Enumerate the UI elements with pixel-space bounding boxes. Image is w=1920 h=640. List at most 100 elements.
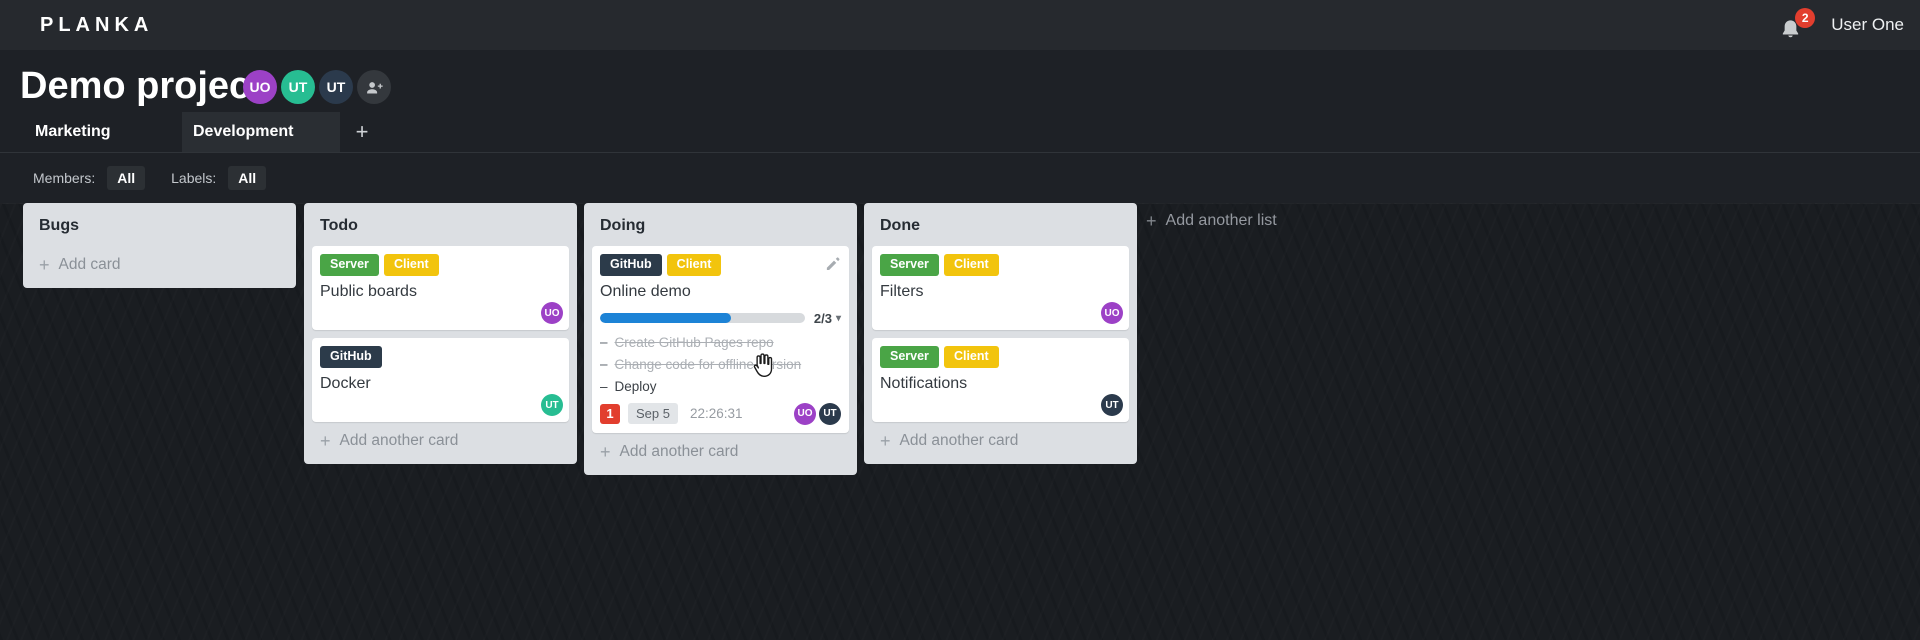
task-dash: – bbox=[600, 334, 608, 350]
board-tabs: Marketing Development + bbox=[24, 112, 384, 152]
progress-bar bbox=[600, 313, 805, 324]
project-title[interactable]: Demo project bbox=[20, 62, 263, 110]
card-footer: 1 Sep 5 22:26:31 UO UT bbox=[600, 402, 841, 425]
card-notifications[interactable]: Server Client Notifications UT bbox=[872, 338, 1129, 422]
task-dash: – bbox=[600, 378, 608, 394]
project-members: UO UT UT bbox=[243, 70, 391, 104]
add-member-button[interactable] bbox=[357, 70, 391, 104]
plus-icon: + bbox=[600, 441, 611, 462]
card-public-boards[interactable]: Server Client Public boards UO bbox=[312, 246, 569, 330]
label-client: Client bbox=[943, 254, 999, 276]
add-card-label: Add another card bbox=[619, 442, 739, 460]
progress-count: 2/3 bbox=[813, 310, 832, 326]
tab-marketing[interactable]: Marketing bbox=[24, 112, 182, 152]
cards-container: GitHub Client Online demo 2/3 ▾ – Create… bbox=[592, 246, 849, 433]
task-text: Create GitHub Pages repo bbox=[614, 334, 774, 350]
plus-icon: + bbox=[1146, 211, 1157, 231]
card-member-avatar: UO bbox=[541, 302, 563, 324]
add-card-label: Add card bbox=[58, 256, 121, 273]
list-bugs: Bugs + Add card bbox=[23, 203, 296, 288]
plus-icon: + bbox=[39, 255, 50, 275]
progress-fill bbox=[600, 313, 732, 324]
planka-logo[interactable]: PLANKA bbox=[40, 14, 153, 37]
list-done: Done Server Client Filters UO Server Cli… bbox=[864, 203, 1137, 464]
user-menu[interactable]: User One bbox=[1831, 15, 1904, 35]
filter-bar: Members: All Labels: All bbox=[33, 166, 292, 190]
label-github: GitHub bbox=[320, 346, 382, 368]
list-todo-title[interactable]: Todo bbox=[312, 209, 569, 246]
label-client: Client bbox=[666, 254, 722, 276]
card-member-avatar: UT bbox=[819, 402, 841, 425]
members-filter-value[interactable]: All bbox=[107, 166, 146, 190]
card-title: Public boards bbox=[320, 282, 417, 300]
card-title: Filters bbox=[880, 282, 924, 300]
notifications-button[interactable]: 2 bbox=[1779, 8, 1816, 41]
edit-pencil-icon[interactable] bbox=[825, 255, 840, 270]
member-avatar[interactable]: UO bbox=[243, 70, 277, 104]
cards-container: Server Client Filters UO Server Client N… bbox=[872, 246, 1129, 422]
label-server: Server bbox=[880, 254, 939, 276]
member-avatar[interactable]: UT bbox=[281, 70, 315, 104]
task-progress-row: 2/3 ▾ bbox=[600, 311, 841, 326]
tabs-divider bbox=[0, 152, 1920, 153]
list-todo: Todo Server Client Public boards UO GitH… bbox=[304, 203, 577, 464]
planka-app: PLANKA 2 User One Demo project UO UT UT … bbox=[0, 0, 1920, 640]
list-done-title[interactable]: Done bbox=[872, 209, 1129, 246]
label-client: Client bbox=[943, 346, 999, 368]
add-card-button[interactable]: + Add another card bbox=[592, 433, 849, 469]
labels-filter-value[interactable]: All bbox=[228, 166, 267, 190]
task-dash: – bbox=[600, 356, 608, 372]
label-server: Server bbox=[320, 254, 379, 276]
add-card-button[interactable]: + Add another card bbox=[312, 422, 569, 458]
member-avatar[interactable]: UT bbox=[319, 70, 353, 104]
members-filter-label: Members: bbox=[33, 170, 96, 186]
add-board-button[interactable]: + bbox=[340, 112, 384, 152]
label-server: Server bbox=[880, 346, 939, 368]
card-title: Online demo bbox=[600, 282, 691, 300]
stopwatch-value[interactable]: 22:26:31 bbox=[690, 406, 743, 421]
list-doing-title[interactable]: Doing bbox=[592, 209, 849, 246]
task-text: Change code for offline version bbox=[614, 356, 802, 372]
add-card-label: Add another card bbox=[899, 432, 1019, 449]
task-item[interactable]: – Deploy bbox=[600, 379, 841, 395]
card-labels: GitHub Client bbox=[600, 254, 841, 276]
notification-badge: 2 bbox=[1795, 8, 1816, 28]
card-filters[interactable]: Server Client Filters UO bbox=[872, 246, 1129, 330]
card-member-avatar: UO bbox=[1101, 302, 1123, 324]
card-member-avatar: UT bbox=[1101, 394, 1123, 416]
plus-icon: + bbox=[320, 431, 331, 451]
topbar-right: 2 User One bbox=[1779, 8, 1904, 41]
list-bugs-title[interactable]: Bugs bbox=[31, 209, 288, 246]
add-list-button[interactable]: + Add another list bbox=[1146, 212, 1277, 230]
tab-development[interactable]: Development bbox=[182, 112, 340, 152]
add-list-label: Add another list bbox=[1165, 212, 1277, 229]
task-text: Deploy bbox=[614, 378, 657, 394]
card-title: Notifications bbox=[880, 374, 968, 392]
card-member-avatar: UO bbox=[794, 402, 816, 425]
due-date-badge[interactable]: Sep 5 bbox=[628, 403, 678, 425]
card-docker[interactable]: GitHub Docker UT bbox=[312, 338, 569, 422]
top-bar: PLANKA 2 User One bbox=[0, 0, 1920, 50]
card-members: UO UT bbox=[794, 402, 841, 425]
task-list: – Create GitHub Pages repo – Change code… bbox=[600, 335, 841, 395]
card-labels: Server Client bbox=[320, 254, 561, 276]
label-github: GitHub bbox=[600, 254, 662, 276]
label-client: Client bbox=[383, 254, 439, 276]
plus-icon: + bbox=[880, 431, 891, 451]
labels-filter-label: Labels: bbox=[171, 170, 217, 186]
task-item[interactable]: – Change code for offline version bbox=[600, 357, 841, 373]
list-doing: Doing GitHub Client Online demo 2/3 ▾ – … bbox=[584, 203, 857, 475]
card-online-demo[interactable]: GitHub Client Online demo 2/3 ▾ – Create… bbox=[592, 246, 849, 433]
card-title: Docker bbox=[320, 374, 371, 392]
add-card-button[interactable]: + Add card bbox=[31, 246, 288, 282]
chevron-down-icon: ▾ bbox=[835, 312, 841, 324]
card-labels: GitHub bbox=[320, 346, 561, 368]
card-member-avatar: UT bbox=[541, 394, 563, 416]
card-notification-badge: 1 bbox=[600, 403, 620, 424]
cards-container: Server Client Public boards UO GitHub Do… bbox=[312, 246, 569, 422]
add-card-button[interactable]: + Add another card bbox=[872, 422, 1129, 458]
task-item[interactable]: – Create GitHub Pages repo bbox=[600, 335, 841, 351]
person-plus-icon bbox=[366, 81, 383, 94]
progress-toggle[interactable]: 2/3 ▾ bbox=[814, 311, 841, 326]
add-card-label: Add another card bbox=[339, 432, 459, 449]
